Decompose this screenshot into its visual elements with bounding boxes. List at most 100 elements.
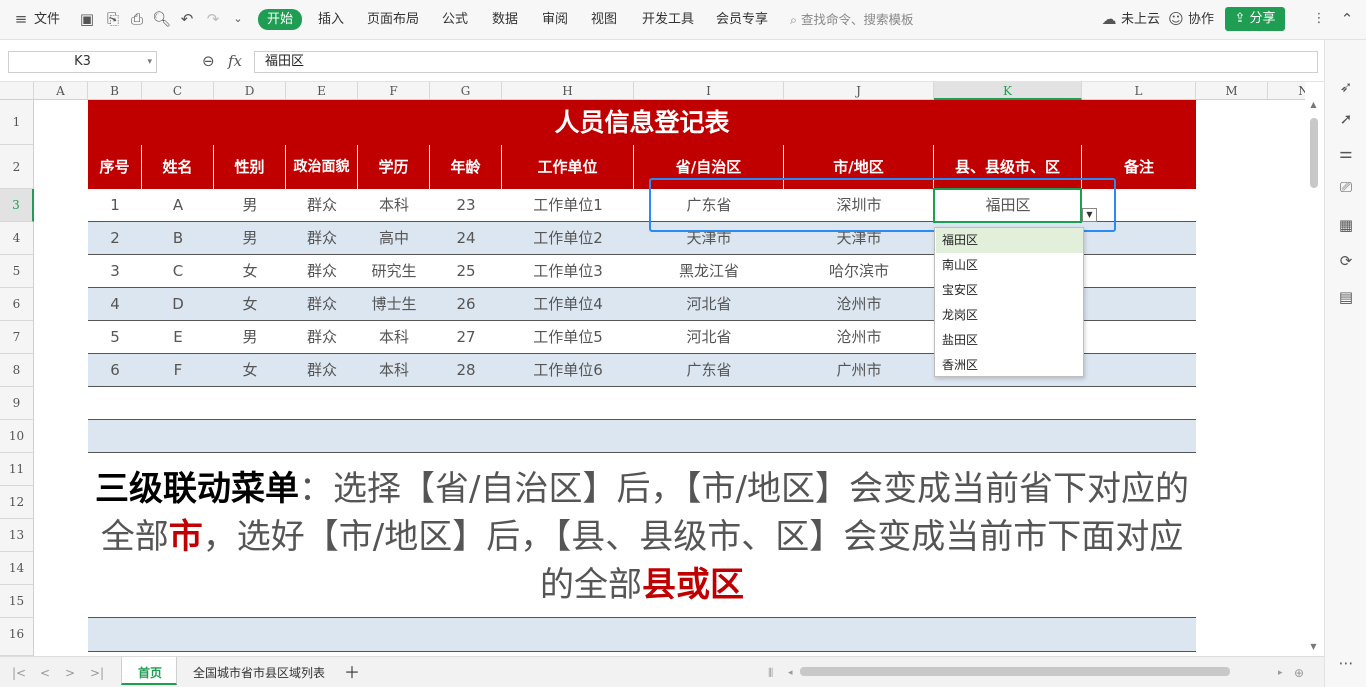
cell-dropdown-arrow-icon[interactable]: ▼	[1082, 208, 1097, 222]
column-header-n[interactable]: N	[1268, 82, 1305, 100]
cell-education[interactable]: 本科	[358, 321, 430, 354]
header-employer[interactable]: 工作单位	[502, 145, 634, 189]
tab-insert[interactable]: 插入	[318, 10, 344, 30]
cell-name[interactable]: A	[142, 189, 214, 222]
scroll-down-icon[interactable]: ▼	[1308, 642, 1319, 652]
name-box[interactable]: K3 ▾	[8, 51, 157, 73]
tab-home[interactable]: 开始	[258, 9, 302, 30]
select-cursor-icon[interactable]: ➚	[1337, 110, 1355, 128]
collapse-ribbon-icon[interactable]: ⌃	[1338, 10, 1356, 28]
cell-index[interactable]: 4	[88, 288, 142, 321]
cell-gender[interactable]: 男	[214, 222, 286, 255]
row-header-13[interactable]: 13	[0, 519, 34, 552]
print-preview-icon[interactable]: 🔍︎	[152, 10, 171, 28]
add-column-icon[interactable]: ⊕	[1294, 663, 1304, 683]
spreadsheet-grid[interactable]: A B C D E F G H I J K L M N 1 2 3 4 5 6 …	[0, 82, 1305, 656]
cell-political[interactable]: 群众	[286, 321, 358, 354]
row-header-12[interactable]: 12	[0, 486, 34, 519]
header-index[interactable]: 序号	[88, 145, 142, 189]
row-header-1[interactable]: 1	[0, 100, 34, 145]
cell-gender[interactable]: 男	[214, 321, 286, 354]
cell-province[interactable]: 河北省	[634, 321, 784, 354]
cell-political[interactable]: 群众	[286, 189, 358, 222]
cell-province[interactable]: 河北省	[634, 288, 784, 321]
dropdown-option-longgang[interactable]: 龙岗区	[936, 303, 1083, 328]
column-header-f[interactable]: F	[358, 82, 430, 100]
cell-political[interactable]: 群众	[286, 222, 358, 255]
tab-page-layout[interactable]: 页面布局	[367, 10, 419, 30]
cell-gender[interactable]: 男	[214, 189, 286, 222]
format-icon[interactable]: ⎚	[1337, 178, 1355, 196]
column-header-m[interactable]: M	[1196, 82, 1268, 100]
cell-province[interactable]: 黑龙江省	[634, 255, 784, 288]
row-header-6[interactable]: 6	[0, 288, 34, 321]
cell-gender[interactable]: 女	[214, 255, 286, 288]
cell-age[interactable]: 25	[430, 255, 502, 288]
cloud-status[interactable]: 未上云	[1121, 10, 1160, 30]
print-icon[interactable]: ⎙	[128, 10, 146, 28]
column-header-i[interactable]: I	[634, 82, 784, 100]
cell-age[interactable]: 27	[430, 321, 502, 354]
column-header-l[interactable]: L	[1082, 82, 1196, 100]
cell-employer[interactable]: 工作单位5	[502, 321, 634, 354]
cell-city[interactable]: 广州市	[784, 354, 934, 387]
row-header-8[interactable]: 8	[0, 354, 34, 387]
row-header-3[interactable]: 3	[0, 189, 34, 222]
name-box-dropdown-icon[interactable]: ▾	[147, 52, 152, 72]
book-icon[interactable]: ▤	[1337, 288, 1355, 306]
header-political[interactable]: 政治面貌	[286, 145, 358, 189]
undo-icon[interactable]: ↶	[178, 10, 196, 28]
cell-employer[interactable]: 工作单位1	[502, 189, 634, 222]
cell-education[interactable]: 研究生	[358, 255, 430, 288]
column-header-k[interactable]: K	[934, 82, 1082, 100]
cell-city[interactable]: 沧州市	[784, 288, 934, 321]
cell-employer[interactable]: 工作单位2	[502, 222, 634, 255]
cell-name[interactable]: E	[142, 321, 214, 354]
save-icon[interactable]: ▣	[78, 10, 96, 28]
cell-name[interactable]: F	[142, 354, 214, 387]
collab-button[interactable]: 协作	[1188, 10, 1214, 30]
row-header-4[interactable]: 4	[0, 222, 34, 255]
column-header-h[interactable]: H	[502, 82, 634, 100]
dropdown-option-yantian[interactable]: 盐田区	[936, 328, 1083, 353]
description-text[interactable]: 三级联动菜单：选择【省/自治区】后，【市/地区】会变成当前省下对应的全部市，选好…	[92, 465, 1192, 609]
cell-employer[interactable]: 工作单位4	[502, 288, 634, 321]
column-header-b[interactable]: B	[88, 82, 142, 100]
header-gender[interactable]: 性别	[214, 145, 286, 189]
header-age[interactable]: 年龄	[430, 145, 502, 189]
prev-sheet-icon[interactable]: <	[40, 663, 50, 683]
row-header-9[interactable]: 9	[0, 387, 34, 420]
row-header-14[interactable]: 14	[0, 552, 34, 585]
cell-city[interactable]: 沧州市	[784, 321, 934, 354]
column-header-e[interactable]: E	[286, 82, 358, 100]
scroll-right-icon[interactable]: ▸	[1278, 663, 1283, 683]
district-dropdown[interactable]: 福田区 南山区 宝安区 龙岗区 盐田区 香洲区	[934, 227, 1084, 377]
command-search[interactable]: ⌕ 查找命令、搜索模板	[790, 10, 914, 30]
split-handle-icon[interactable]: ⦀	[768, 663, 773, 683]
tab-data[interactable]: 数据	[492, 10, 518, 30]
cell-index[interactable]: 6	[88, 354, 142, 387]
rocket-icon[interactable]: ➶	[1337, 78, 1355, 96]
header-name[interactable]: 姓名	[142, 145, 214, 189]
tab-review[interactable]: 审阅	[542, 10, 568, 30]
fx-icon[interactable]: fx	[228, 52, 242, 70]
cell-name[interactable]: D	[142, 288, 214, 321]
more-icon[interactable]: ⋯	[1337, 654, 1355, 672]
gallery-icon[interactable]: ▦	[1337, 216, 1355, 234]
export-pdf-icon[interactable]: ⎘	[104, 10, 122, 28]
cell-political[interactable]: 群众	[286, 288, 358, 321]
select-all-corner[interactable]	[0, 82, 34, 100]
cell-index[interactable]: 2	[88, 222, 142, 255]
tab-view[interactable]: 视图	[591, 10, 617, 30]
add-sheet-icon[interactable]: ＋	[344, 663, 360, 683]
cell-name[interactable]: B	[142, 222, 214, 255]
cell-remarks[interactable]	[1082, 288, 1196, 321]
active-cell-k3[interactable]	[933, 188, 1082, 223]
cell-political[interactable]: 群众	[286, 255, 358, 288]
cell-remarks[interactable]	[1082, 321, 1196, 354]
dropdown-option-futian[interactable]: 福田区	[936, 228, 1083, 253]
scroll-left-icon[interactable]: ◂	[788, 663, 793, 683]
sheet-tab-city-list[interactable]: 全国城市省市县区域列表	[193, 663, 325, 683]
dropdown-option-xiangzhou[interactable]: 香洲区	[936, 353, 1083, 378]
settings-sliders-icon[interactable]: ⚌	[1337, 144, 1355, 162]
